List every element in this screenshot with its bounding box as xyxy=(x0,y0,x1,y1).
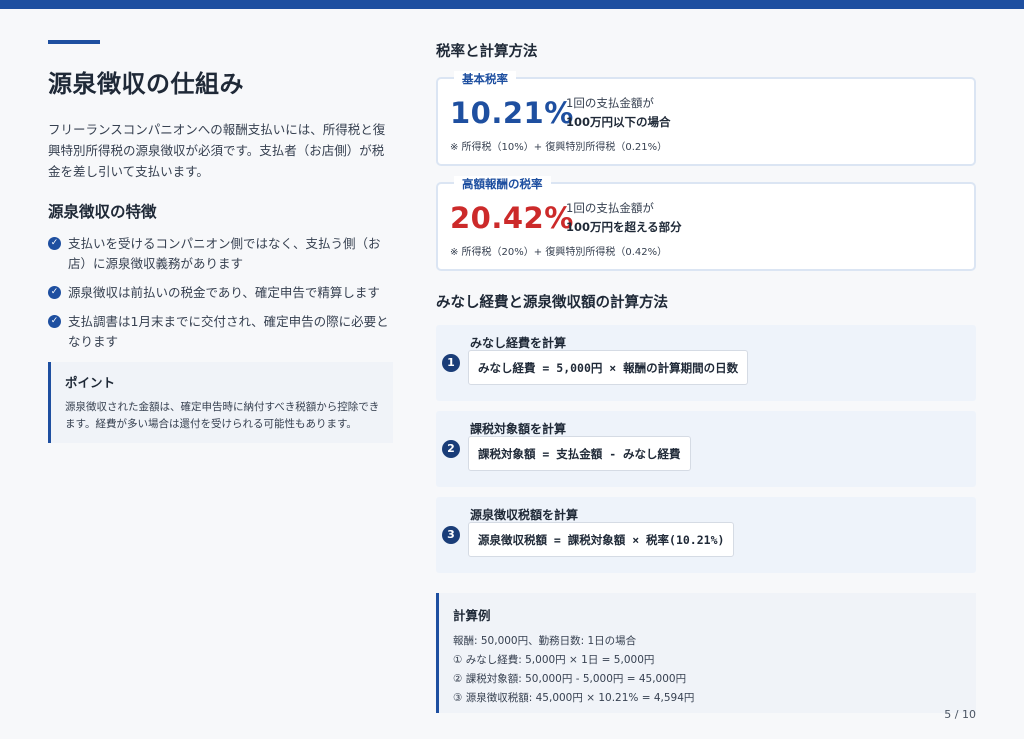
page-title: 源泉徴収の仕組み xyxy=(48,70,244,98)
point-title: ポイント xyxy=(65,375,116,390)
calc-step: 3 源泉徴収税額を計算 源泉徴収税額 = 課税対象額 × 税率(10.21%) xyxy=(436,497,976,573)
step-formula: 源泉徴収税額 = 課税対象額 × 税率(10.21%) xyxy=(468,522,735,557)
basic-rate-desc-line1: 1回の支払金額が xyxy=(566,96,654,110)
step-label: みなし経費を計算 xyxy=(470,336,567,350)
step-number-badge: 3 xyxy=(442,526,460,544)
step-label: 課税対象額を計算 xyxy=(470,422,567,436)
step-number-badge: 2 xyxy=(442,440,460,458)
calc-step: 1 みなし経費を計算 みなし経費 = 5,000円 × 報酬の計算期間の日数 xyxy=(436,325,976,401)
rates-title: 税率と計算方法 xyxy=(436,44,538,60)
example-box: 計算例 報酬: 50,000円、勤務日数: 1日の場合 ① みなし経費: 5,0… xyxy=(436,593,976,713)
check-circle-icon: ✓ xyxy=(48,286,61,299)
top-accent-bar xyxy=(0,0,1024,9)
basic-rate-note: ※ 所得税（10%）+ 復興特別所得税（0.21%） xyxy=(450,142,668,153)
example-line: 報酬: 50,000円、勤務日数: 1日の場合 xyxy=(453,635,637,647)
point-text: 源泉徴収された金額は、確定申告時に納付すべき税額から控除できます。経費が多い場合… xyxy=(65,401,380,430)
basic-rate-desc-line2: 100万円以下の場合 xyxy=(566,115,671,129)
calc-step: 2 課税対象額を計算 課税対象額 = 支払金額 - みなし経費 xyxy=(436,411,976,487)
basic-rate-tag: 基本税率 xyxy=(454,71,516,87)
feature-item: ✓ 源泉徴収は前払いの税金であり、確定申告で精算します xyxy=(48,283,393,303)
point-box: ポイント 源泉徴収された金額は、確定申告時に納付すべき税額から控除できます。経費… xyxy=(48,362,393,443)
feature-text: 支払調書は1月末までに交付され、確定申告の際に必要となります xyxy=(68,314,389,349)
step-label: 源泉徴収税額を計算 xyxy=(470,508,579,522)
step-formula: みなし経費 = 5,000円 × 報酬の計算期間の日数 xyxy=(468,350,749,385)
intro-text: フリーランスコンパニオンへの報酬支払いには、所得税と復興特別所得税の源泉徴収が必… xyxy=(48,122,386,179)
high-rate-note: ※ 所得税（20%）+ 復興特別所得税（0.42%） xyxy=(450,247,668,258)
high-rate-card: 高額報酬の税率 20.42% 1回の支払金額が 100万円を超える部分 ※ 所得… xyxy=(436,176,976,271)
feature-text: 源泉徴収は前払いの税金であり、確定申告で精算します xyxy=(68,285,380,300)
left-column: 源泉徴収の仕組み フリーランスコンパニオンへの報酬支払いには、所得税と復興特別所… xyxy=(48,40,393,443)
high-rate-desc-line1: 1回の支払金額が xyxy=(566,201,654,215)
example-title: 計算例 xyxy=(453,608,491,623)
example-line: ③ 源泉徴収税額: 45,000円 × 10.21% = 4,594円 xyxy=(453,692,695,704)
title-accent-line xyxy=(48,40,100,44)
high-rate-desc-line2: 100万円を超える部分 xyxy=(566,220,682,234)
high-rate-value: 20.42% xyxy=(450,201,574,235)
page-number: 5 / 10 xyxy=(944,708,976,721)
step-number-badge: 1 xyxy=(442,354,460,372)
basic-rate-value: 10.21% xyxy=(450,96,574,130)
features-list: ✓ 支払いを受けるコンパニオン側ではなく、支払う側（お店）に源泉徴収義務があります… xyxy=(48,234,393,352)
right-column: 税率と計算方法 基本税率 10.21% 1回の支払金額が 100万円以下の場合 … xyxy=(436,40,976,713)
high-rate-tag: 高額報酬の税率 xyxy=(454,176,551,192)
basic-rate-description: 1回の支払金額が 100万円以下の場合 xyxy=(566,94,671,132)
feature-item: ✓ 支払いを受けるコンパニオン側ではなく、支払う側（お店）に源泉徴収義務があります xyxy=(48,234,393,274)
check-circle-icon: ✓ xyxy=(48,237,61,250)
basic-rate-card: 基本税率 10.21% 1回の支払金額が 100万円以下の場合 ※ 所得税（10… xyxy=(436,71,976,166)
example-line: ① みなし経費: 5,000円 × 1日 = 5,000円 xyxy=(453,654,655,666)
features-title: 源泉徴収の特徴 xyxy=(48,203,157,221)
check-circle-icon: ✓ xyxy=(48,315,61,328)
feature-item: ✓ 支払調書は1月末までに交付され、確定申告の際に必要となります xyxy=(48,312,393,352)
example-line: ② 課税対象額: 50,000円 - 5,000円 = 45,000円 xyxy=(453,673,687,685)
calc-title: みなし経費と源泉徴収額の計算方法 xyxy=(436,295,668,311)
high-rate-description: 1回の支払金額が 100万円を超える部分 xyxy=(566,199,682,237)
feature-text: 支払いを受けるコンパニオン側ではなく、支払う側（お店）に源泉徴収義務があります xyxy=(68,236,381,271)
step-formula: 課税対象額 = 支払金額 - みなし経費 xyxy=(468,436,691,471)
